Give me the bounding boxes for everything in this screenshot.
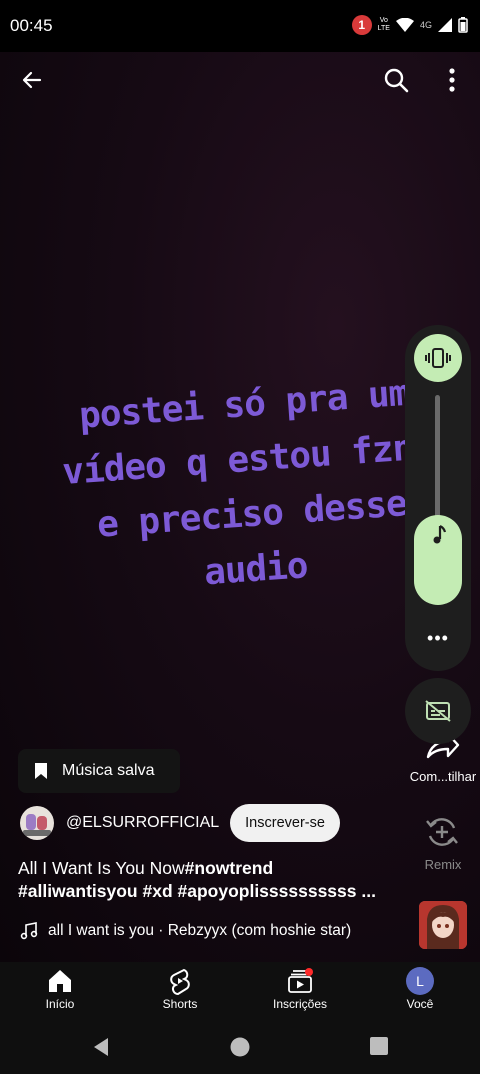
channel-avatar[interactable] [20, 806, 54, 840]
bottom-navigation: Início Shorts Inscrições L Você [0, 962, 480, 1018]
media-volume-slider[interactable] [414, 515, 462, 605]
arrow-left-icon [22, 71, 42, 89]
volte-icon: Vo LTE [377, 17, 390, 32]
title-hashtag[interactable]: #nowtrend [185, 858, 273, 878]
more-vert-icon [449, 68, 455, 92]
music-saved-chip[interactable]: Música salva [18, 749, 180, 793]
music-title: all I want is you · Rebzyyx (com hoshie … [48, 922, 352, 939]
back-button[interactable] [14, 62, 50, 98]
subscribe-button[interactable]: Inscrever-se [230, 804, 340, 842]
channel-name[interactable]: @ELSURROFFICIAL [66, 814, 219, 832]
captions-off-icon [425, 700, 451, 722]
music-note-icon [20, 922, 38, 940]
bookmark-icon [35, 763, 47, 779]
ringer-mode-button[interactable] [414, 334, 462, 382]
music-attribution[interactable]: all I want is you · Rebzyyx (com hoshie … [20, 922, 351, 940]
search-button[interactable] [378, 62, 414, 98]
nav-shorts[interactable]: Shorts [120, 962, 240, 1018]
nav-subscriptions[interactable]: Inscrições [240, 962, 360, 1018]
nav-label: Shorts [162, 997, 198, 1011]
battery-icon [458, 17, 468, 33]
home-icon [49, 970, 71, 992]
avatar: L [406, 967, 434, 995]
volume-settings-button[interactable]: ••• [405, 628, 471, 649]
status-time: 00:45 [10, 16, 53, 35]
remix-icon [426, 818, 458, 846]
sound-thumbnail[interactable] [419, 901, 467, 949]
new-content-dot [305, 968, 313, 976]
vibrate-icon [425, 348, 451, 368]
nav-label: Você [406, 997, 434, 1011]
remix-label: Remix [424, 857, 462, 872]
system-home-icon[interactable] [229, 1036, 251, 1058]
nav-label: Inscrições [272, 997, 328, 1011]
title-text: All I Want Is You Now [18, 858, 185, 878]
notification-badge: 1 [351, 15, 372, 35]
video-title[interactable]: All I Want Is You Now#nowtrend #alliwant… [18, 857, 408, 903]
title-hashtags[interactable]: #alliwantisyou #xd #apoyoplissssssssss .… [18, 881, 376, 901]
wifi-icon [395, 18, 414, 32]
channel-row: @ELSURROFFICIAL Inscrever-se [20, 804, 340, 842]
nav-home[interactable]: Início [0, 962, 120, 1018]
share-label: Com...tilhar [409, 769, 477, 784]
shorts-icon [170, 968, 190, 995]
status-bar: 00:45 1 Vo LTE 4G [0, 0, 480, 52]
sound-thumbnail-image [419, 901, 467, 949]
remix-button[interactable] [424, 814, 460, 855]
system-back-icon[interactable] [90, 1036, 112, 1058]
nav-you[interactable]: L Você [360, 962, 480, 1018]
signal-icon [438, 18, 452, 32]
live-caption-button[interactable] [405, 678, 471, 744]
network-type: 4G [419, 20, 432, 30]
short-video-player[interactable]: postei só pra um vídeo q estou fznd e pr… [0, 52, 480, 962]
saved-chip-label: Música salva [62, 762, 155, 779]
more-options-button[interactable] [436, 62, 468, 98]
search-icon [384, 68, 409, 93]
system-navigation-bar [0, 1018, 480, 1074]
system-recents-icon[interactable] [369, 1036, 389, 1056]
status-icons: 1 Vo LTE 4G [351, 15, 468, 35]
volume-panel: ••• [405, 325, 471, 671]
music-note-icon [433, 525, 447, 544]
nav-label: Início [45, 997, 75, 1011]
